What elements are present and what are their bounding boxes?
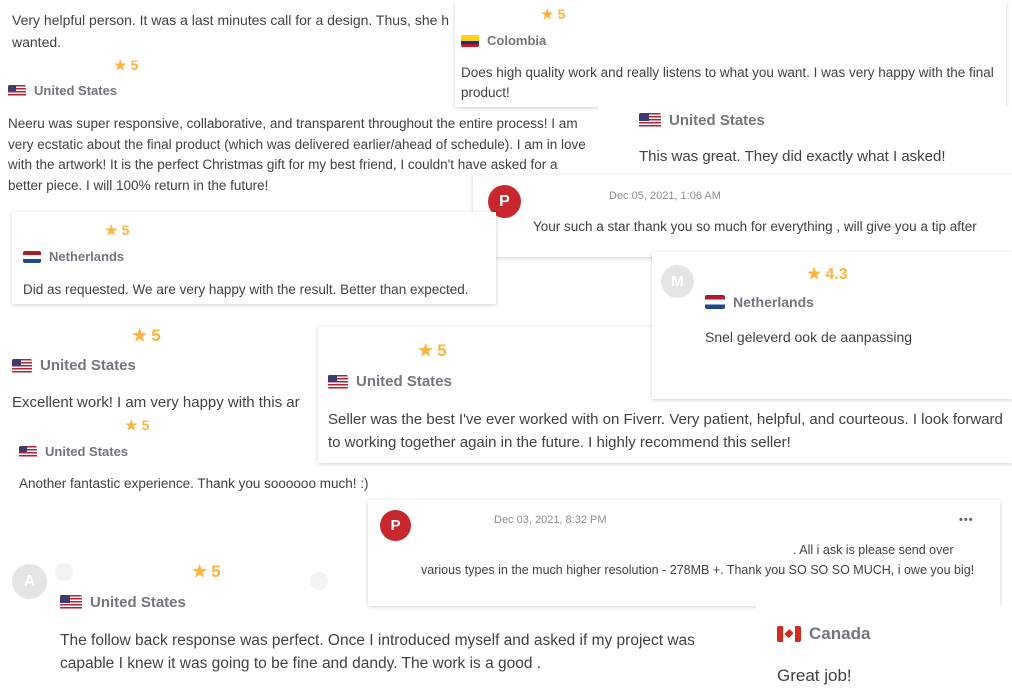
star-icon: ★ bbox=[541, 6, 554, 22]
rating: ★ 5 bbox=[132, 326, 161, 346]
star-icon: ★ bbox=[132, 326, 148, 345]
review-card-6: ★ 5 Netherlands Did as requested. We are … bbox=[12, 212, 496, 304]
message-timestamp: Dec 05, 2021, 1:06 AM bbox=[609, 190, 721, 202]
star-icon: ★ bbox=[125, 417, 138, 433]
country-name: Canada bbox=[809, 624, 871, 643]
country-name: United States bbox=[45, 444, 129, 459]
message-timestamp: Dec 03, 2021, 8:32 PM bbox=[494, 514, 607, 526]
review-text: Seller was the best I've ever worked wit… bbox=[328, 411, 1003, 451]
review-card-2: ★ 5 Colombia Does high quality work and r… bbox=[455, 0, 1006, 107]
rating: ★ 5 bbox=[418, 341, 447, 361]
avatar: A bbox=[12, 564, 47, 599]
colombia-flag-icon bbox=[461, 34, 479, 47]
review-text: Did as requested. We are very happy with… bbox=[23, 282, 469, 297]
star-icon: ★ bbox=[114, 57, 127, 73]
avatar: P bbox=[380, 510, 411, 541]
placeholder-dot bbox=[55, 563, 73, 581]
canada-flag-icon bbox=[777, 626, 801, 642]
message-card-2: P Dec 03, 2021, 8:32 PM ••• . All i ask … bbox=[368, 500, 1000, 606]
country-name: United States bbox=[356, 373, 452, 390]
rating: ★ 4.3 bbox=[807, 264, 848, 284]
netherlands-flag-icon bbox=[705, 295, 725, 309]
star-icon: ★ bbox=[807, 266, 822, 283]
message-card-1: P Dec 05, 2021, 1:06 AM Your such a star… bbox=[473, 175, 1012, 257]
review-text: Very helpful person. It was a last minut… bbox=[12, 12, 450, 28]
review-text: Excellent work! I am very happy with thi… bbox=[12, 394, 300, 411]
rating-value: 5 bbox=[211, 562, 221, 581]
rating-value: 5 bbox=[130, 57, 139, 73]
reviewer-country: Canada bbox=[777, 624, 870, 644]
reviewer-country: Colombia bbox=[461, 33, 546, 48]
reviewer-country: United States bbox=[8, 83, 117, 98]
message-text: Your such a star thank you so much for e… bbox=[533, 219, 977, 234]
message-text: various types in the much higher resolut… bbox=[421, 563, 975, 577]
rating: ★ 5 bbox=[125, 417, 149, 434]
rating-value: 5 bbox=[557, 6, 566, 22]
placeholder-dot bbox=[310, 572, 328, 590]
review-card-1: Very helpful person. It was a last minut… bbox=[0, 0, 470, 54]
rating-value: 5 bbox=[141, 417, 150, 433]
star-icon: ★ bbox=[192, 562, 208, 581]
review-card-4: United States This was great. They did e… bbox=[598, 107, 1012, 177]
star-icon: ★ bbox=[418, 341, 434, 360]
netherlands-flag-icon bbox=[23, 250, 41, 263]
country-name: Netherlands bbox=[733, 294, 814, 310]
rating: ★ 5 bbox=[105, 222, 129, 239]
usa-flag-icon bbox=[328, 374, 348, 389]
review-card-8: ★ 5 United States Excellent work! I am ve… bbox=[0, 318, 320, 418]
reviewer-country: Netherlands bbox=[705, 294, 814, 310]
rating: ★ 5 bbox=[192, 562, 221, 582]
reviewer-country: United States bbox=[19, 444, 128, 459]
reviewer-country: United States bbox=[328, 373, 452, 390]
usa-flag-icon bbox=[8, 84, 26, 97]
country-name: United States bbox=[34, 83, 118, 98]
country-name: United States bbox=[90, 594, 186, 611]
review-text: Another fantastic experience. Thank you … bbox=[19, 476, 369, 491]
more-options-icon[interactable]: ••• bbox=[959, 514, 974, 526]
review-text: This was great. They did exactly what I … bbox=[639, 148, 946, 165]
reviewer-country: United States bbox=[639, 112, 765, 129]
usa-flag-icon bbox=[12, 358, 32, 373]
rating-value: 5 bbox=[151, 326, 161, 345]
review-card-13: Canada Great job! bbox=[756, 606, 1012, 698]
review-text: Great job! bbox=[777, 666, 852, 685]
usa-flag-icon bbox=[639, 113, 661, 128]
review-text: The follow back response was perfect. On… bbox=[60, 632, 695, 672]
review-text-continued: wanted. bbox=[12, 34, 62, 50]
reviewer-country: United States bbox=[12, 357, 136, 374]
reviewer-country: Netherlands bbox=[23, 249, 124, 264]
review-text: Does high quality work and really listen… bbox=[461, 65, 994, 100]
rating-value: 5 bbox=[121, 222, 130, 238]
country-name: United States bbox=[669, 112, 765, 129]
rating-value: 4.3 bbox=[825, 266, 848, 283]
usa-flag-icon bbox=[19, 445, 37, 458]
star-icon: ★ bbox=[105, 222, 118, 238]
rating-value: 5 bbox=[437, 341, 447, 360]
avatar: M bbox=[661, 265, 694, 298]
review-card-7: M ★ 4.3 Netherlands Snel geleverd ook de … bbox=[652, 252, 1012, 399]
message-text-lead: . All i ask is please send over bbox=[793, 543, 954, 557]
country-name: Colombia bbox=[487, 33, 547, 48]
rating: ★ 5 bbox=[114, 57, 138, 74]
review-text: Snel geleverd ook de aanpassing bbox=[705, 329, 913, 345]
reviewer-country: United States bbox=[60, 594, 186, 611]
rating: ★ 5 bbox=[541, 6, 565, 23]
country-name: United States bbox=[40, 357, 136, 374]
country-name: Netherlands bbox=[49, 249, 125, 264]
usa-flag-icon bbox=[60, 595, 82, 610]
